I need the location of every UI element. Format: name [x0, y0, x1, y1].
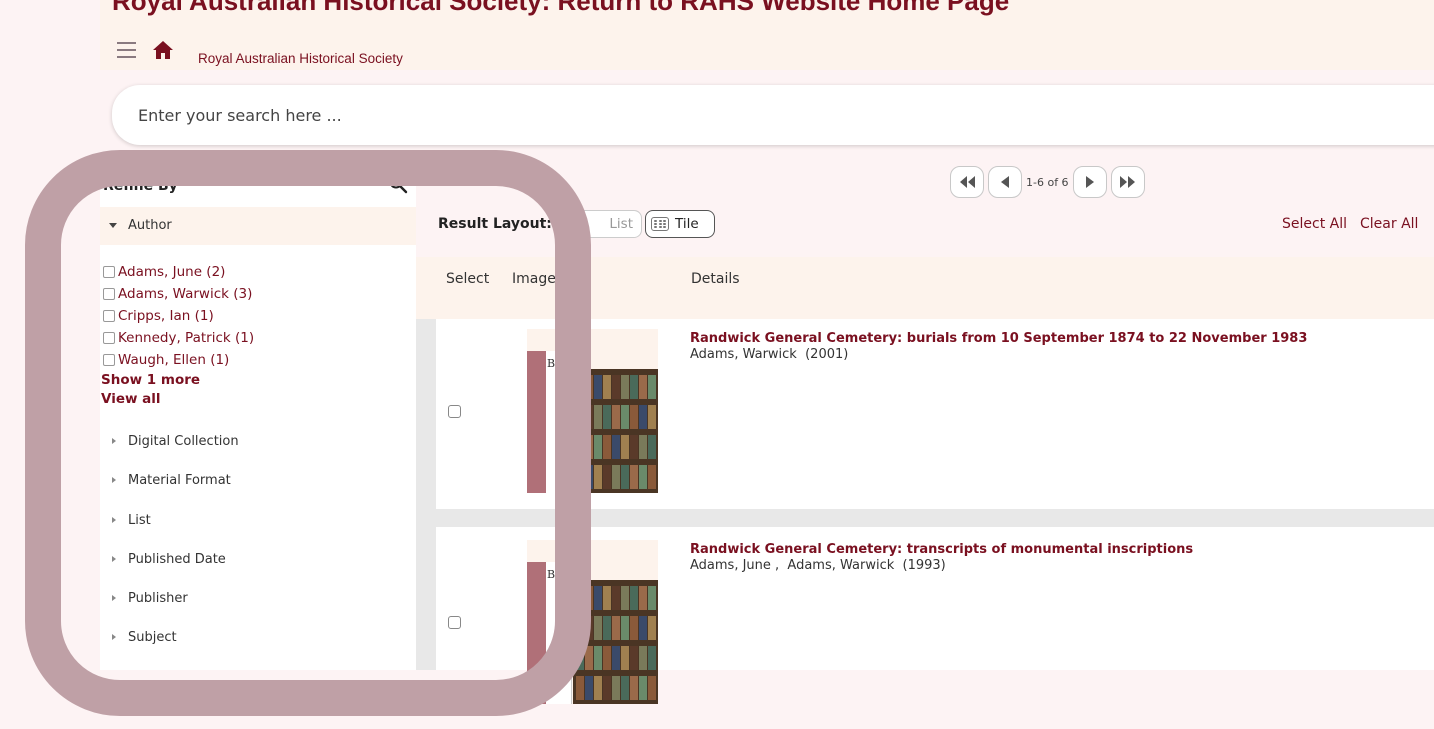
- previous-page-icon: [1001, 176, 1009, 188]
- author-item[interactable]: Kennedy, Patrick (1): [103, 327, 254, 349]
- last-page-icon: [1119, 176, 1135, 188]
- author-label[interactable]: Cripps, Ian (1): [118, 308, 214, 324]
- list-layout-label: List: [609, 216, 633, 232]
- facet-label: List: [128, 513, 151, 528]
- first-page-icon: [960, 176, 975, 188]
- tile-layout-button[interactable]: Tile: [645, 210, 715, 238]
- search-input[interactable]: [138, 103, 838, 127]
- facet-label: Publisher: [128, 591, 188, 606]
- search-icon[interactable]: [388, 174, 408, 194]
- chevron-right-icon: [112, 595, 116, 601]
- next-page-button[interactable]: [1072, 166, 1107, 198]
- author-item[interactable]: Adams, Warwick (3): [103, 283, 254, 305]
- results-header: Select Image Details: [416, 257, 1434, 319]
- column-header-select: Select: [446, 271, 490, 287]
- chevron-down-icon: [109, 223, 117, 228]
- view-all-link[interactable]: View all: [101, 391, 161, 407]
- result-layout-label: Result Layout:: [438, 216, 552, 232]
- author-list: Adams, June (2) Adams, Warwick (3) Cripp…: [103, 261, 254, 371]
- author-checkbox[interactable]: [103, 332, 115, 344]
- facet-label: Subject: [128, 630, 177, 645]
- facet-label: Digital Collection: [128, 434, 239, 449]
- chevron-right-icon: [112, 517, 116, 523]
- pagination: 1-6 of 6: [950, 166, 1149, 198]
- result-row: BOOK Randwick General Cemetery: transcri…: [436, 527, 1434, 704]
- author-item[interactable]: Cripps, Ian (1): [103, 305, 254, 327]
- column-header-image: Image: [512, 271, 556, 287]
- facet-list[interactable]: List: [100, 504, 416, 540]
- author-item[interactable]: Adams, June (2): [103, 261, 254, 283]
- facet-publisher[interactable]: Publisher: [100, 582, 416, 618]
- author-checkbox[interactable]: [103, 310, 115, 322]
- facet-label: Published Date: [128, 552, 226, 567]
- refine-sidebar: Refine By Author Adams, June (2) Adams, …: [100, 165, 416, 670]
- search-bar: [112, 85, 1434, 145]
- author-checkbox[interactable]: [103, 354, 115, 366]
- facet-author-label: Author: [128, 218, 172, 233]
- grid-icon: [651, 217, 669, 231]
- site-name-link[interactable]: Royal Australian Historical Society: [198, 51, 403, 66]
- result-authors: Adams, Warwick (2001): [690, 347, 849, 362]
- home-icon[interactable]: [152, 40, 174, 60]
- result-row: BOOK Randwick General Cemetery: burials …: [436, 319, 1434, 509]
- result-title-link[interactable]: Randwick General Cemetery: transcripts o…: [690, 542, 1193, 557]
- result-authors: Adams, June , Adams, Warwick (1993): [690, 558, 946, 573]
- author-checkbox[interactable]: [103, 288, 115, 300]
- tile-layout-label: Tile: [675, 216, 699, 232]
- facet-author-header[interactable]: Author: [100, 207, 416, 245]
- facet-digital-collection[interactable]: Digital Collection: [100, 425, 416, 461]
- result-checkbox[interactable]: [448, 616, 461, 629]
- chevron-right-icon: [112, 556, 116, 562]
- book-cover-image[interactable]: BOOK: [527, 329, 658, 493]
- author-checkbox[interactable]: [103, 266, 115, 278]
- results-list: BOOK Randwick General Cemetery: burials …: [416, 319, 1434, 704]
- book-cover-image[interactable]: BOOK: [527, 540, 658, 704]
- author-label[interactable]: Kennedy, Patrick (1): [118, 330, 254, 346]
- author-label[interactable]: Waugh, Ellen (1): [118, 352, 229, 368]
- facet-material-format[interactable]: Material Format: [100, 464, 416, 500]
- facet-published-date[interactable]: Published Date: [100, 543, 416, 579]
- chevron-right-icon: [112, 438, 116, 444]
- result-title-link[interactable]: Randwick General Cemetery: burials from …: [690, 331, 1307, 346]
- select-all-link[interactable]: Select All: [1282, 216, 1347, 232]
- author-label[interactable]: Adams, June (2): [118, 264, 225, 280]
- refine-by-title: Refine By: [103, 178, 178, 194]
- chevron-right-icon: [112, 634, 116, 640]
- next-page-icon: [1085, 176, 1094, 188]
- facet-label: Material Format: [128, 473, 231, 488]
- hamburger-menu-icon[interactable]: [117, 42, 136, 58]
- clear-all-link[interactable]: Clear All: [1360, 216, 1418, 232]
- facet-subject[interactable]: Subject: [100, 621, 416, 657]
- list-layout-button[interactable]: List: [572, 210, 642, 238]
- column-header-details: Details: [691, 271, 740, 287]
- author-label[interactable]: Adams, Warwick (3): [118, 286, 252, 302]
- result-checkbox[interactable]: [448, 405, 461, 418]
- first-page-button[interactable]: [950, 166, 984, 198]
- last-page-button[interactable]: [1110, 166, 1145, 198]
- header-title-link[interactable]: Royal Australian Historical Society: Ret…: [112, 0, 1009, 17]
- chevron-right-icon: [112, 477, 116, 483]
- page-range-text: 1-6 of 6: [1026, 175, 1069, 189]
- show-more-link[interactable]: Show 1 more: [101, 372, 200, 388]
- previous-page-button[interactable]: [988, 166, 1022, 198]
- author-item[interactable]: Waugh, Ellen (1): [103, 349, 254, 371]
